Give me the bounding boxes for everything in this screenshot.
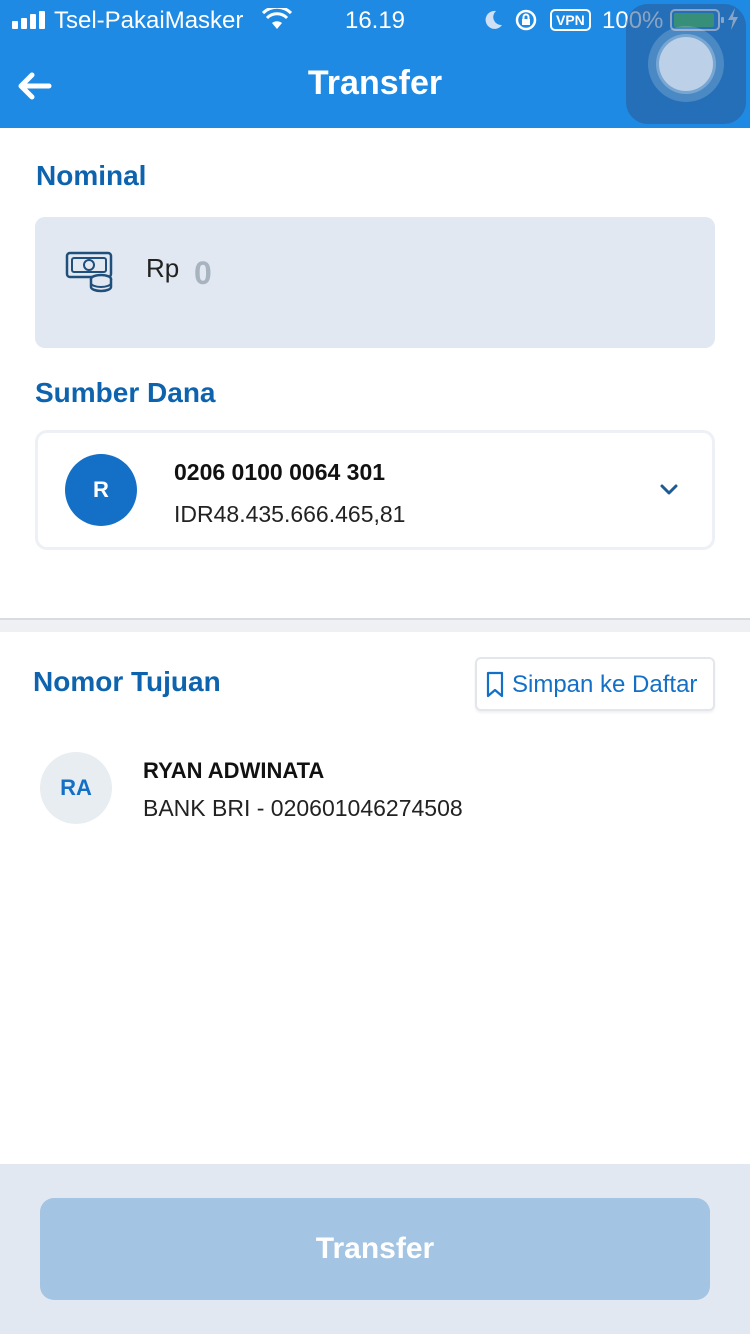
recipient-item[interactable]: RA RYAN ADWINATA BANK BRI - 020601046274…: [40, 752, 710, 832]
app-header: Tsel-PakaiMasker 16.19 VPN 100% Transfer: [0, 0, 750, 128]
section-divider: [0, 618, 750, 632]
footer-bar: Transfer: [0, 1164, 750, 1334]
source-account-select[interactable]: R 0206 0100 0064 301 IDR48.435.666.465,8…: [35, 430, 715, 550]
nominal-label: Nominal: [36, 160, 147, 191]
vpn-badge: VPN: [550, 9, 591, 31]
moon-icon: [485, 10, 502, 29]
save-to-list-label: Simpan ke Daftar: [512, 671, 698, 698]
recipient-bank: BANK BRI - 020601046274508: [143, 795, 463, 821]
avatar: R: [65, 454, 137, 526]
rotation-lock-icon: [515, 9, 537, 31]
assistive-touch-icon[interactable]: [626, 4, 746, 124]
destination-label: Nomor Tujuan: [33, 666, 221, 697]
account-balance: IDR48.435.666.465,81: [174, 501, 406, 527]
recipient-name: RYAN ADWINATA: [143, 758, 325, 783]
account-number: 0206 0100 0064 301: [174, 459, 386, 485]
money-icon: [65, 251, 113, 293]
bookmark-icon: [486, 671, 504, 698]
amount-value[interactable]: 0: [194, 255, 212, 292]
chevron-down-icon: [660, 484, 678, 495]
transfer-button[interactable]: Transfer: [40, 1198, 710, 1300]
amount-input[interactable]: Rp 0: [35, 217, 715, 348]
currency-label: Rp: [146, 253, 180, 283]
save-to-list-button[interactable]: Simpan ke Daftar: [475, 657, 715, 711]
recipient-avatar: RA: [40, 752, 112, 824]
source-label: Sumber Dana: [35, 377, 216, 408]
